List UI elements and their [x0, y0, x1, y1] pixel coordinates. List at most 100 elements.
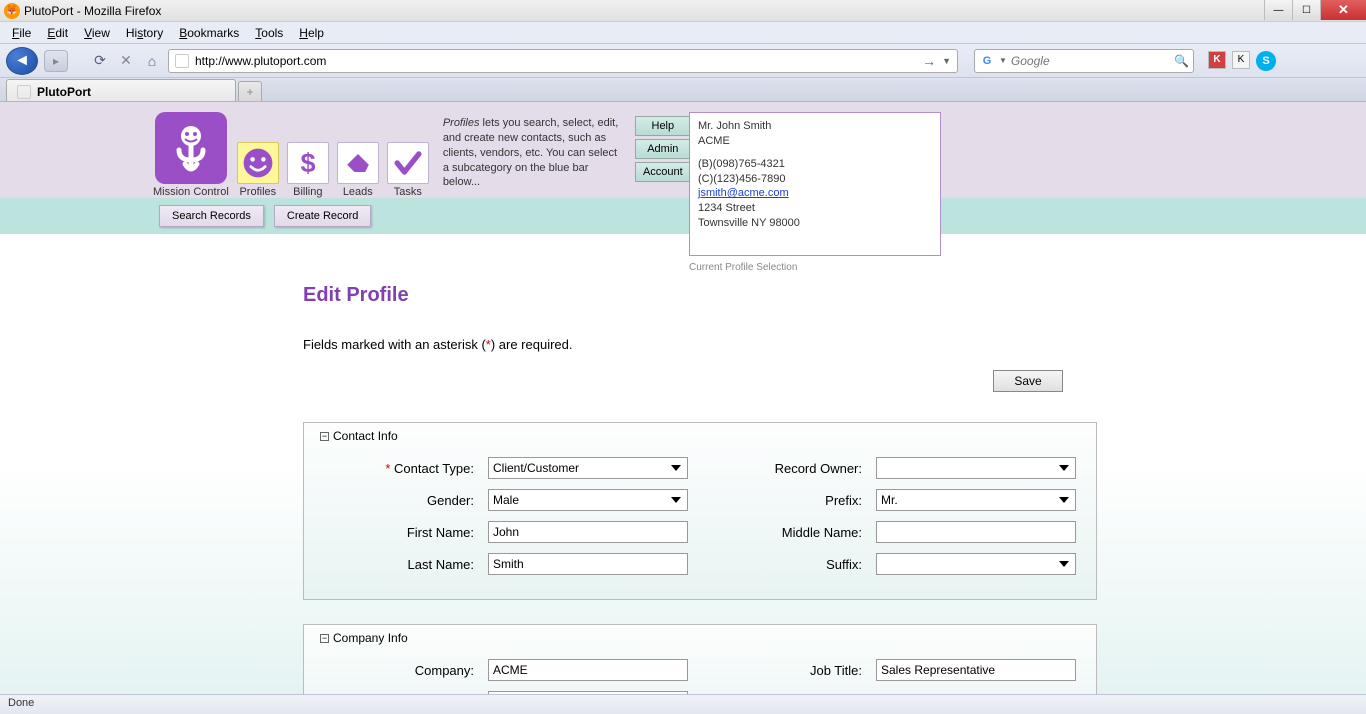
nav-leads[interactable]: Leads [337, 142, 379, 198]
save-button[interactable]: Save [993, 370, 1063, 392]
nav-tasks-label: Tasks [394, 186, 422, 198]
search-input[interactable] [1011, 54, 1170, 68]
page-identity-icon [175, 54, 189, 68]
profile-street: 1234 Street [698, 201, 932, 216]
create-record-button[interactable]: Create Record [274, 205, 372, 227]
label-prefix: Prefix: [702, 493, 862, 508]
profile-citystate: Townsville NY 98000 [698, 216, 932, 231]
select-suffix[interactable] [876, 553, 1076, 575]
url-input[interactable] [195, 54, 916, 68]
addon-k-icon[interactable]: K [1232, 51, 1250, 69]
input-company[interactable] [488, 659, 688, 681]
nav-mission-control[interactable]: Mission Control [153, 112, 229, 198]
nav-billing-label: Billing [293, 186, 322, 198]
window-titlebar: 🦊 PlutoPort - Mozilla Firefox — ☐ ✕ [0, 0, 1366, 22]
menubar: File Edit View History Bookmarks Tools H… [0, 22, 1366, 44]
input-web-site[interactable] [488, 691, 688, 694]
current-profile-card: Mr. John Smith ACME (B)(098)765-4321 (C)… [689, 112, 941, 256]
nav-billing[interactable]: $ Billing [287, 142, 329, 198]
nav-tasks[interactable]: Tasks [387, 142, 429, 198]
reload-button[interactable]: ⟳ [90, 51, 110, 71]
menu-bookmarks[interactable]: Bookmarks [171, 24, 247, 42]
menu-history[interactable]: History [118, 24, 171, 42]
profile-company: ACME [698, 134, 932, 149]
tab-bar: PlutoPort + [0, 78, 1366, 102]
nav-leads-label: Leads [343, 186, 373, 198]
home-button[interactable]: ⌂ [142, 51, 162, 71]
collapse-icon[interactable]: − [320, 634, 329, 643]
menu-tools[interactable]: Tools [247, 24, 291, 42]
label-suffix: Suffix: [702, 557, 862, 572]
input-middle-name[interactable] [876, 521, 1076, 543]
select-gender[interactable]: Male [488, 489, 688, 511]
header-help-text: Profiles lets you search, select, edit, … [443, 116, 623, 190]
label-last-name: Last Name: [324, 557, 474, 572]
tab-label: PlutoPort [37, 85, 91, 99]
help-button[interactable]: Help [635, 116, 691, 136]
firefox-icon: 🦊 [4, 3, 20, 19]
search-box[interactable]: G ▼ 🔍 [974, 49, 1194, 73]
menu-edit[interactable]: Edit [39, 24, 76, 42]
nav-mission-label: Mission Control [153, 186, 229, 198]
admin-button[interactable]: Admin [635, 139, 691, 159]
select-record-owner[interactable] [876, 457, 1076, 479]
menu-help[interactable]: Help [291, 24, 332, 42]
nav-profiles[interactable]: Profiles [237, 142, 279, 198]
label-contact-type: * Contact Type: [324, 461, 474, 476]
app-header: Mission Control Profiles $ [0, 102, 1366, 198]
maximize-button[interactable]: ☐ [1292, 0, 1320, 20]
search-icon[interactable]: 🔍 [1174, 54, 1189, 68]
tab-favicon [17, 85, 31, 99]
search-engine-dropdown-icon[interactable]: ▼ [999, 56, 1007, 65]
required-note: Fields marked with an asterisk (*) are r… [303, 337, 1063, 352]
nav-profiles-label: Profiles [239, 186, 276, 198]
profile-email-link[interactable]: jsmith@acme.com [698, 187, 789, 199]
label-gender: Gender: [324, 493, 474, 508]
status-text: Done [8, 697, 34, 709]
url-bar[interactable]: → ▼ [168, 49, 958, 73]
profile-selection-label: Current Profile Selection [689, 262, 797, 273]
page-title: Edit Profile [303, 284, 1063, 307]
label-company: Company: [324, 663, 474, 678]
go-arrow-icon[interactable]: → [922, 53, 936, 69]
label-middle-name: Middle Name: [702, 525, 862, 540]
search-records-button[interactable]: Search Records [159, 205, 264, 227]
account-button[interactable]: Account [635, 162, 691, 182]
menu-view[interactable]: View [76, 24, 118, 42]
forward-button[interactable]: ▸ [44, 50, 68, 72]
content-area: Mission Control Profiles $ [0, 102, 1366, 694]
input-last-name[interactable] [488, 553, 688, 575]
select-prefix[interactable]: Mr. [876, 489, 1076, 511]
back-button[interactable]: ◄ [6, 47, 38, 75]
company-info-legend[interactable]: −Company Info [320, 631, 408, 645]
profile-phone-c: (C)(123)456-7890 [698, 172, 932, 187]
contact-info-legend[interactable]: −Contact Info [320, 429, 398, 443]
google-icon: G [979, 53, 995, 69]
profile-name: Mr. John Smith [698, 119, 932, 134]
svg-text:$: $ [300, 148, 315, 178]
url-dropdown-icon[interactable]: ▼ [942, 56, 951, 66]
select-contact-type[interactable]: Client/Customer [488, 457, 688, 479]
new-tab-button[interactable]: + [238, 81, 262, 101]
collapse-icon[interactable]: − [320, 432, 329, 441]
input-first-name[interactable] [488, 521, 688, 543]
label-job-title: Job Title: [702, 663, 862, 678]
input-job-title[interactable] [876, 659, 1076, 681]
window-title: PlutoPort - Mozilla Firefox [24, 4, 161, 18]
subheader-bar: Search Records Create Record [0, 198, 1366, 234]
kaspersky-icon[interactable]: K [1208, 51, 1226, 69]
tab-plutoport[interactable]: PlutoPort [6, 79, 236, 101]
status-bar: Done [0, 694, 1366, 714]
minimize-button[interactable]: — [1264, 0, 1292, 20]
stop-button[interactable]: ✕ [116, 51, 136, 71]
main-content: Edit Profile Fields marked with an aster… [0, 234, 1366, 694]
skype-icon[interactable]: S [1256, 51, 1276, 71]
label-record-owner: Record Owner: [702, 461, 862, 476]
fieldset-contact-info: −Contact Info * Contact Type: Client/Cus… [303, 422, 1097, 600]
nav-toolbar: ◄ ▸ ⟳ ✕ ⌂ → ▼ G ▼ 🔍 K K S [0, 44, 1366, 78]
close-button[interactable]: ✕ [1320, 0, 1366, 20]
label-first-name: First Name: [324, 525, 474, 540]
menu-file[interactable]: File [4, 24, 39, 42]
profile-phone-b: (B)(098)765-4321 [698, 157, 932, 172]
fieldset-company-info: −Company Info Company: Job Title: Web Si… [303, 624, 1097, 694]
